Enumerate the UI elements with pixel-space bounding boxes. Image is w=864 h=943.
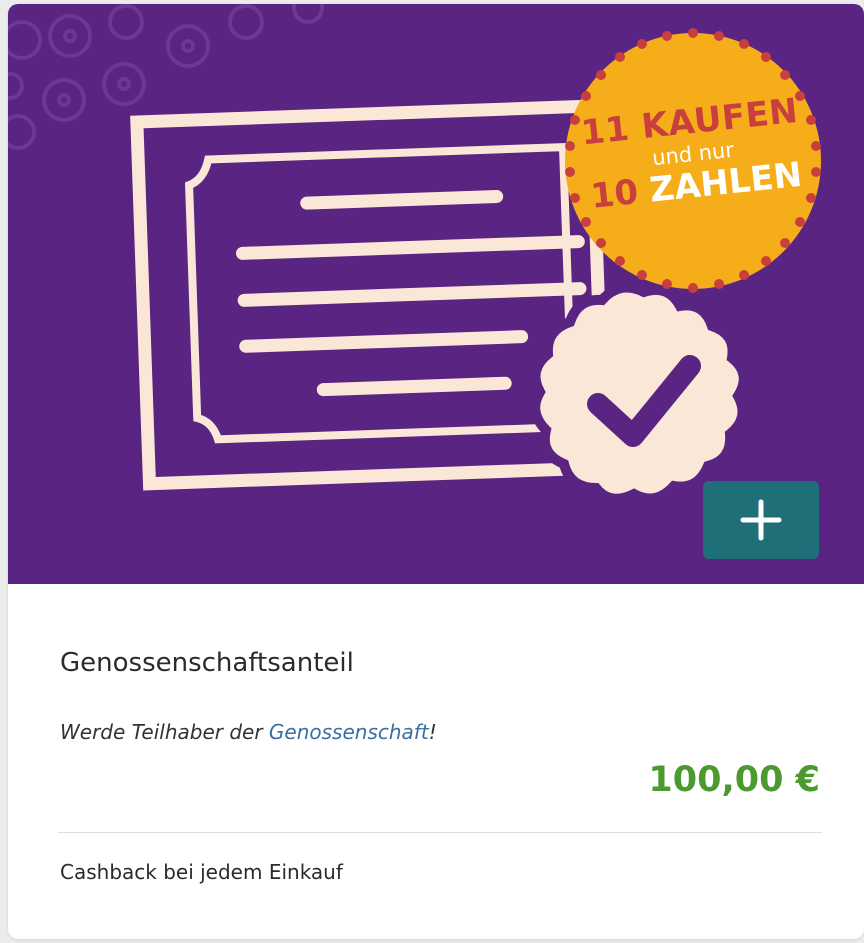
subtitle-suffix: ! bbox=[428, 720, 437, 744]
product-title[interactable]: Genossenschaftsanteil bbox=[60, 648, 354, 678]
cashback-info: Cashback bei jedem Einkauf bbox=[60, 860, 343, 884]
cooperative-link[interactable]: Genossenschaft bbox=[269, 720, 429, 744]
seal-badge bbox=[530, 282, 749, 504]
subtitle-prefix: Werde Teilhaber der bbox=[60, 720, 269, 744]
plus-icon bbox=[740, 499, 782, 541]
divider bbox=[58, 832, 822, 833]
promo-pay-count: 10 bbox=[588, 172, 641, 217]
product-image[interactable]: 11 KAUFEN und nur 10 ZAHLEN bbox=[8, 4, 864, 584]
add-to-cart-button[interactable] bbox=[703, 481, 819, 559]
product-subtitle: Werde Teilhaber der Genossenschaft! bbox=[60, 720, 437, 744]
certificate bbox=[130, 99, 611, 491]
product-price: 100,00 € bbox=[648, 760, 820, 800]
promo-buy-count: 11 bbox=[579, 108, 632, 154]
product-card[interactable]: 11 KAUFEN und nur 10 ZAHLEN Genossenscha… bbox=[8, 4, 864, 939]
